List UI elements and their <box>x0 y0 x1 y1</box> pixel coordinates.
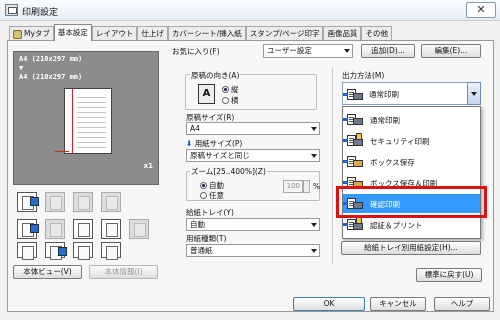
close-button[interactable]: ✕ <box>466 2 496 18</box>
tab-stamp[interactable]: スタンプ/ページ印字 <box>245 26 324 41</box>
chevron-down-icon <box>344 49 350 53</box>
printer-app-icon <box>5 4 18 16</box>
preview-original-size: A4 (210x297 mm) <box>19 55 83 63</box>
landscape-radio[interactable]: 横 <box>222 95 239 106</box>
preview-copies: x1 <box>143 162 153 170</box>
tab-label: 画像品質 <box>327 29 358 38</box>
fold-icon <box>17 242 37 260</box>
preview-arrow: ▼ <box>19 64 24 72</box>
chevron-down-icon <box>311 127 317 131</box>
original-size-select[interactable]: A4 <box>186 122 320 135</box>
duplex-icon <box>17 192 39 212</box>
window-title: 印刷設定 <box>22 8 59 18</box>
tab-label: 仕上げ <box>141 29 164 38</box>
help-button[interactable]: ヘルプ <box>434 297 490 311</box>
tab-cover-sheet[interactable]: カバーシート/挿入紙 <box>167 26 246 41</box>
orientation-label: 原稿の向き(A) <box>190 70 241 81</box>
edit-favorite-button[interactable]: 編集(E)... <box>421 44 481 58</box>
punch-icon <box>17 219 39 239</box>
booklet-icon <box>73 192 93 212</box>
column-divider <box>332 68 333 264</box>
feature-icon-grid <box>13 186 159 262</box>
tab-my-tab[interactable]: Myタブ <box>9 26 54 41</box>
chevron-down-icon <box>311 223 317 227</box>
tab-finishing[interactable]: 仕上げ <box>137 26 168 41</box>
output-method-label: 出力方法(M) <box>342 71 385 80</box>
ok-button[interactable]: OK <box>293 297 365 311</box>
tab-layout[interactable]: レイアウト <box>91 26 138 41</box>
radio-button <box>200 192 207 199</box>
output-option-normal[interactable]: 通常印刷 <box>343 110 480 129</box>
printer-info-button[interactable]: 本体情報(I) <box>89 265 158 279</box>
title-bar: 印刷設定 ✕ <box>0 0 500 21</box>
tab-label: 基本設定 <box>57 28 88 37</box>
box-save-icon <box>343 154 363 168</box>
zoom-custom-radio[interactable]: 任意 <box>200 190 224 201</box>
secure-print-icon <box>343 133 363 147</box>
combine-icon <box>45 192 65 212</box>
cover-icon <box>129 219 149 239</box>
secure-icon <box>101 242 121 260</box>
my-tab-icon <box>13 29 22 39</box>
page-preview: A4 (210x297 mm) ▼ A4 (210x297 mm) x1 <box>13 51 159 185</box>
chevron-down-icon <box>311 249 317 253</box>
preview-page <box>55 88 112 154</box>
tab-label: カバーシート/挿入紙 <box>171 29 242 38</box>
highlight-callout <box>336 186 487 218</box>
tab-basic[interactable]: 基本設定 <box>53 24 92 41</box>
cancel-button[interactable]: キャンセル <box>370 297 426 311</box>
zoom-unit: % <box>313 182 321 191</box>
chevron-down-icon[interactable] <box>467 82 481 105</box>
output-method-dropdown: 通常印刷 セキュリティ印刷 ボックス保存 ボックス保存＆印刷 確認印刷 認証＆プ… <box>342 106 481 239</box>
radio-button <box>222 86 229 93</box>
watermark-icon <box>101 219 121 239</box>
tab-label: その他 <box>365 29 388 38</box>
zoom-spinner[interactable] <box>303 180 310 193</box>
favorites-value: ユーザー設定 <box>267 46 312 55</box>
tab-quality[interactable]: 画像品質 <box>323 26 362 41</box>
radio-button <box>200 182 207 189</box>
output-method-value: 通常印刷 <box>369 90 399 99</box>
tab-strip: Myタブ 基本設定 レイアウト 仕上げ カバーシート/挿入紙 スタンプ/ページ印… <box>9 24 392 41</box>
tab-label: スタンプ/ページ印字 <box>249 29 320 38</box>
paper-tray-select[interactable]: 自動 <box>186 218 320 231</box>
orientation-icon: A <box>198 84 215 104</box>
output-option-box-save[interactable]: ボックス保存 <box>343 152 480 171</box>
user-auth-icon <box>45 242 67 260</box>
zoom-label: ズーム[25..400%](Z) <box>190 166 267 177</box>
output-method-select[interactable]: 通常印刷 <box>342 82 481 105</box>
output-option-secure[interactable]: セキュリティ印刷 <box>343 131 480 150</box>
shift-icon <box>101 192 121 212</box>
paper-tray-label: 給紙トレイ(Y) <box>186 208 234 217</box>
normal-print-icon <box>343 87 363 101</box>
radio-button <box>222 97 229 104</box>
paper-type-label: 用紙種類(T) <box>186 234 227 243</box>
favorites-label: お気に入り(F) <box>172 47 220 56</box>
tray-paper-settings-button[interactable]: 給紙トレイ別用紙設定(H)... <box>341 241 481 255</box>
preview-paper-size: A4 (210x297 mm) <box>19 73 83 81</box>
restore-defaults-button[interactable]: 標準に戻す(U) <box>416 268 482 282</box>
paper-type-select[interactable]: 普通紙 <box>186 244 320 257</box>
stamp-icon <box>73 219 93 239</box>
chevron-down-icon <box>311 154 317 158</box>
printer-view-button[interactable]: 本体ビュー(V) <box>13 265 82 279</box>
paper-size-select[interactable]: 原稿サイズと同じ <box>186 149 320 162</box>
arrow-down-icon: ⬇ <box>186 139 193 148</box>
tab-label: レイアウト <box>95 29 134 38</box>
zoom-value-input[interactable]: 100 <box>283 180 303 193</box>
auth-print-icon <box>343 217 363 231</box>
favorites-select[interactable]: ユーザー設定 <box>263 44 353 58</box>
tab-label: Myタブ <box>24 29 50 38</box>
account-icon <box>73 242 93 260</box>
portrait-radio[interactable]: 縦 <box>222 84 239 95</box>
tab-other[interactable]: その他 <box>361 26 392 41</box>
staple-icon <box>45 219 65 239</box>
add-favorite-button[interactable]: 追加(D)... <box>361 44 415 58</box>
normal-print-icon <box>343 112 363 126</box>
paper-size-label: ⬇ 用紙サイズ(P) <box>186 139 243 148</box>
